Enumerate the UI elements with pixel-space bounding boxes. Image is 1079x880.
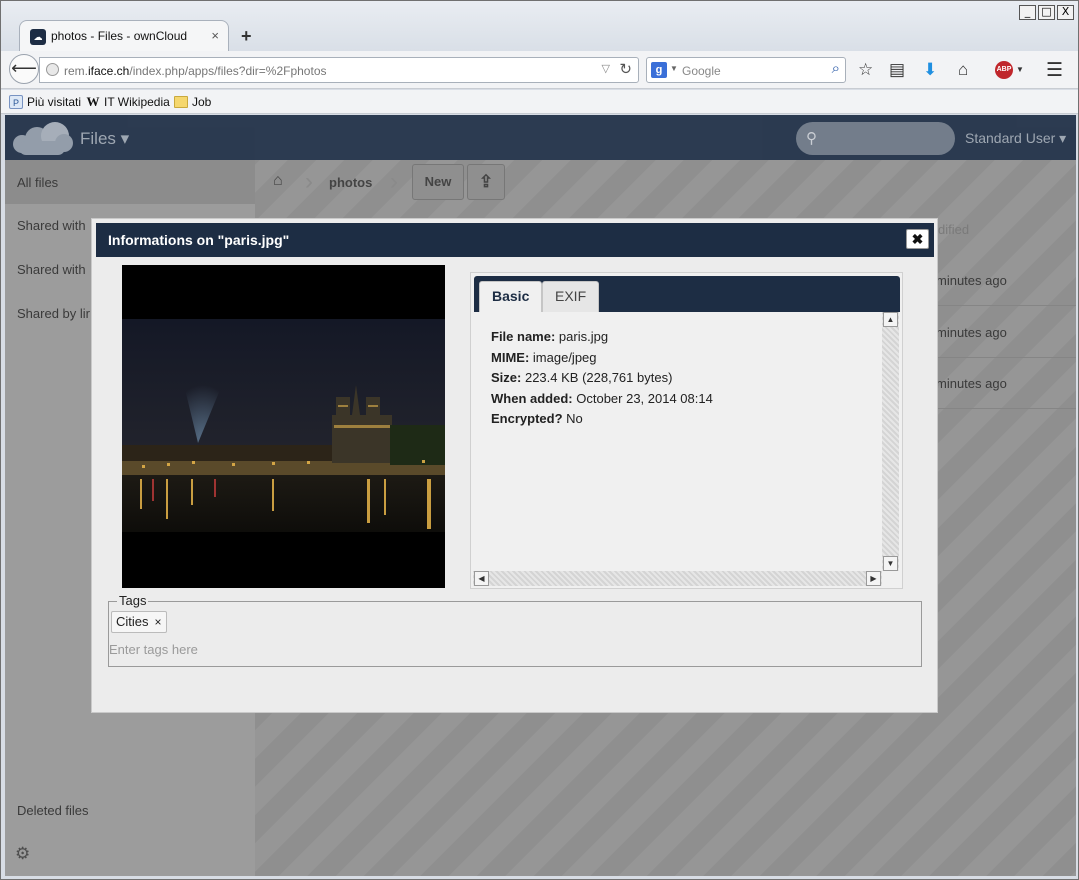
bookmarks-toolbar: P Più visitati W IT Wikipedia Job [1,90,1078,114]
tab-close-icon[interactable]: × [211,28,219,43]
horizontal-scrollbar[interactable]: ◀ ▶ [473,571,882,586]
dialog-header: Informations on "paris.jpg" ✖ [96,223,934,257]
back-button[interactable]: ⟵ [9,54,39,84]
search-placeholder: Google [682,64,721,78]
list-item-modified: minutes ago [936,376,1007,391]
modified-column-header[interactable]: dified [938,222,969,237]
home-breadcrumb-icon[interactable]: ⌂ [273,172,283,190]
window-controls: _ □ X [1019,5,1074,20]
owncloud-logo[interactable] [11,119,73,155]
tags-legend: Tags [117,593,149,608]
scroll-right-arrow[interactable]: ▶ [866,571,881,586]
sidebar-item-all-files[interactable]: All files [5,160,255,204]
sidebar-item-shared-with-you[interactable]: Shared with [17,218,86,233]
search-icon[interactable]: ⌕ [832,60,840,77]
adblock-icon[interactable]: ABP [995,61,1013,79]
file-info-dialog: Informations on "paris.jpg" ✖ Basic EXIF… [91,218,938,713]
settings-gear-icon[interactable]: ⚙ [15,844,30,864]
search-icon: ⚲ [806,130,817,147]
maximize-button[interactable]: □ [1038,5,1055,20]
dialog-close-button[interactable]: ✖ [906,229,929,249]
browser-tab[interactable]: ☁ photos - Files - ownCloud × [19,20,229,51]
reload-icon[interactable]: ↻ [619,60,632,78]
adblock-dropdown-icon[interactable]: ▼ [1016,65,1024,74]
photo-preview [122,265,445,588]
scroll-left-arrow[interactable]: ◀ [474,571,489,586]
info-row-size: Size: 223.4 KB (228,761 bytes) [491,370,673,385]
home-icon[interactable]: ⌂ [958,60,968,80]
owncloud-header: Files ▾ ⚲ Standard User ▾ [5,115,1076,160]
files-controls: ⌂ › photos › New ⇪ [255,160,1076,204]
list-item-modified: minutes ago [936,273,1007,288]
bookmark-star-icon[interactable]: ☆ [858,60,873,80]
bookmark-piu-visitati[interactable]: P Più visitati [9,95,81,109]
paris-night-photo [122,319,445,532]
browser-window: _ □ X ☁ photos - Files - ownCloud × + ⟵ … [0,0,1079,880]
info-row-mime: MIME: image/jpeg [491,349,597,365]
reading-list-icon[interactable]: ▤ [889,60,905,80]
vertical-scrollbar[interactable]: ▲ ▼ [882,312,899,571]
remove-tag-icon[interactable]: × [155,615,162,629]
dialog-title: Informations on "paris.jpg" [108,232,290,248]
breadcrumb-separator: › [305,168,313,195]
new-tab-button[interactable]: + [241,26,252,47]
sidebar-item-deleted-files[interactable]: Deleted files [17,803,89,818]
close-window-button[interactable]: X [1057,5,1074,20]
download-icon[interactable]: ⬇ [923,60,937,80]
scroll-up-arrow[interactable]: ▲ [883,312,898,327]
url-text[interactable]: rem.iface.ch/index.php/apps/files?dir=%2… [64,64,327,78]
google-icon[interactable]: g [651,62,667,78]
history-dropdown-icon[interactable]: ▽ [602,62,610,75]
globe-icon [46,63,59,76]
bookmark-job[interactable]: Job [174,95,211,109]
file-info-panel: Basic EXIF File name: paris.jpg MIME: im… [470,272,903,589]
search-bar[interactable]: g ▼ Google ⌕ [646,57,846,83]
info-row-when-added: When added: October 23, 2014 08:14 [491,390,713,406]
breadcrumb-photos[interactable]: photos [329,175,372,190]
menu-icon[interactable]: ☰ [1046,59,1063,82]
info-row-encrypted: Encrypted? No [491,411,583,426]
engine-dropdown-icon[interactable]: ▼ [670,64,678,73]
url-bar[interactable]: rem.iface.ch/index.php/apps/files?dir=%2… [39,57,639,83]
tab-title: photos - Files - ownCloud [51,29,188,43]
list-item-modified: minutes ago [936,325,1007,340]
scroll-down-arrow[interactable]: ▼ [883,556,898,571]
sidebar-item-shared-with-others[interactable]: Shared with [17,262,86,277]
tags-fieldset: Tags Cities × [108,593,922,667]
wikipedia-icon: W [86,94,100,109]
navigation-bar: ⟵ rem.iface.ch/index.php/apps/files?dir=… [1,51,1078,89]
new-button[interactable]: New [412,164,464,200]
tags-input[interactable] [109,642,509,657]
sidebar-item-shared-by-link[interactable]: Shared by lir [17,306,90,321]
tag-chip: Cities × [111,611,167,633]
upload-icon[interactable]: ⇪ [467,164,505,200]
info-tabs: Basic EXIF [474,276,900,312]
bookmark-wikipedia[interactable]: W IT Wikipedia [86,94,170,110]
tab-exif[interactable]: EXIF [542,281,600,312]
basic-info: File name: paris.jpg MIME: image/jpeg Si… [491,327,713,430]
breadcrumb-separator: › [390,168,398,195]
info-row-file-name: File name: paris.jpg [491,329,609,344]
folder-icon [174,96,188,108]
piu-visitati-icon: P [9,95,23,109]
owncloud-favicon-icon: ☁ [30,29,46,45]
user-menu[interactable]: Standard User ▾ [965,130,1066,147]
owncloud-search[interactable]: ⚲ [796,122,955,155]
app-menu[interactable]: Files ▾ [80,129,129,149]
title-bar: _ □ X ☁ photos - Files - ownCloud × + [1,1,1078,51]
minimize-button[interactable]: _ [1019,5,1036,20]
tab-basic[interactable]: Basic [479,281,543,312]
